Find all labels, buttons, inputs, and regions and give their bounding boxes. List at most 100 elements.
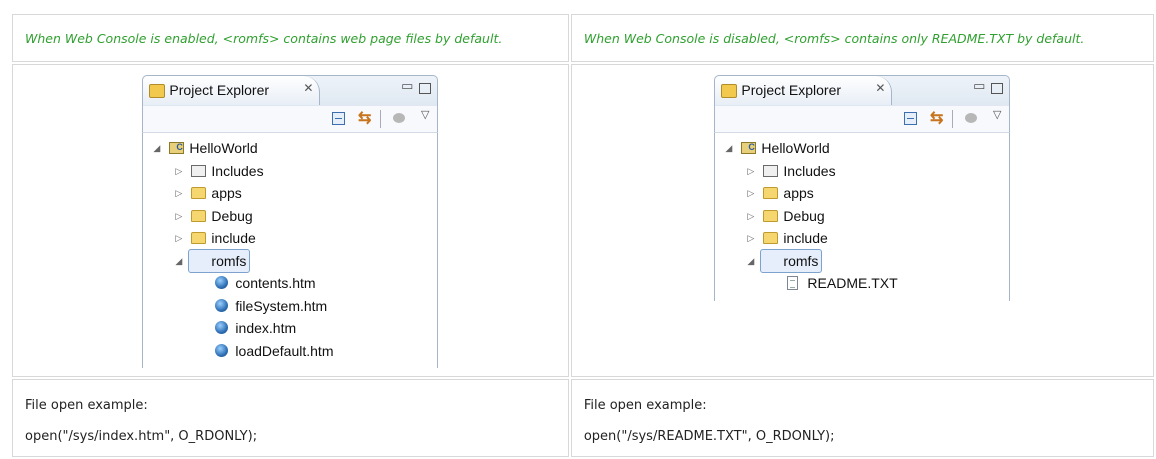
folder-icon — [763, 209, 779, 222]
explorer-cell-disabled: Project Explorer✕▭⇆▽◢HelloWorld▷Includes… — [570, 64, 1154, 377]
web-page-icon — [215, 276, 229, 289]
close-icon[interactable]: ✕ — [875, 81, 885, 95]
note-web-console-disabled: When Web Console is disabled, <romfs> co… — [583, 31, 1085, 46]
tree-item-label: HelloWorld — [761, 140, 830, 156]
tree-item-romfs[interactable]: ◢ romfs — [715, 248, 1009, 273]
collapsed-arrow-icon[interactable]: ▷ — [175, 160, 182, 182]
collapsed-arrow-icon[interactable]: ▷ — [747, 205, 754, 227]
collapsed-arrow-icon[interactable]: ▷ — [747, 227, 754, 249]
tree-item-project[interactable]: ◢ HelloWorld — [715, 136, 1009, 160]
toolbar-separator — [380, 110, 382, 128]
expanded-arrow-icon[interactable]: ◢ — [153, 137, 160, 159]
collapsed-arrow-icon[interactable]: ▷ — [747, 182, 754, 204]
project-tree: ◢ HelloWorld ▷ Includes ▷ apps ▷ Debug ▷ include ◢… — [142, 133, 439, 368]
tree-item-label: index.htm — [235, 320, 297, 336]
note-cell-enabled: When Web Console is enabled, <romfs> con… — [12, 14, 569, 62]
maximize-icon[interactable] — [991, 83, 1004, 94]
tree-item-romfs[interactable]: ◢ romfs — [143, 248, 437, 273]
tree-item-label: Includes — [211, 162, 264, 179]
includes-icon — [191, 164, 207, 177]
view-toolbar: ⇆ ▽ — [142, 106, 439, 133]
example-label: File open example: — [25, 398, 148, 413]
explorer-cell-enabled: Project Explorer✕▭⇆▽◢HelloWorld▷Includes… — [12, 64, 569, 377]
collapse-all-icon[interactable] — [332, 112, 346, 125]
tree-item-label: fileSystem.htm — [235, 297, 328, 314]
tree-item-folder[interactable]: ▷ include — [715, 227, 1009, 250]
link-with-editor-icon[interactable]: ⇆ — [930, 108, 943, 128]
folder-icon — [191, 187, 207, 199]
project-explorer-disabled: Project Explorer✕▭⇆▽◢HelloWorld▷Includes… — [714, 75, 1011, 301]
tree-item-folder[interactable]: ▷ apps — [143, 182, 437, 205]
c-project-icon — [741, 136, 757, 158]
filter-icon[interactable] — [393, 113, 406, 123]
project-tree: ◢ HelloWorld ▷ Includes ▷ apps ▷ Debug ▷ include ◢… — [714, 133, 1011, 301]
close-icon[interactable]: ✕ — [303, 81, 313, 95]
view-tab-bar: Project Explorer ✕ ▭ — [714, 75, 1011, 106]
example-cell-enabled: File open example: open("/sys/index.htm"… — [12, 379, 569, 457]
collapsed-arrow-icon[interactable]: ▷ — [175, 227, 182, 249]
tab-project-explorer[interactable]: Project Explorer ✕ — [715, 76, 893, 105]
collapsed-arrow-icon[interactable]: ▷ — [175, 205, 182, 227]
web-page-icon — [215, 298, 229, 312]
link-with-editor-icon[interactable]: ⇆ — [358, 108, 371, 128]
tree-item-label: romfs — [760, 248, 823, 273]
c-project-icon — [169, 136, 185, 158]
folder-icon — [763, 232, 779, 244]
note-cell-disabled: When Web Console is disabled, <romfs> co… — [570, 14, 1154, 62]
tree-item-label: apps — [211, 185, 242, 201]
comparison-table: When Web Console is enabled, <romfs> con… — [10, 12, 1156, 459]
tree-item-label: include — [211, 230, 256, 246]
maximize-icon[interactable] — [419, 83, 432, 94]
folder-icon — [721, 84, 738, 98]
tree-item-label: loadDefault.htm — [235, 342, 334, 359]
tree-item-file[interactable]: README.TXT — [715, 272, 1009, 295]
tree-item-folder[interactable]: ▷ Includes — [715, 160, 1009, 183]
view-menu-icon[interactable]: ▽ — [993, 108, 1001, 121]
tree-item-label: romfs — [188, 248, 251, 273]
view-menu-icon[interactable]: ▽ — [421, 108, 429, 121]
example-code: open("/sys/index.htm", O_RDONLY); — [25, 429, 258, 444]
tree-item-label: Debug — [211, 207, 253, 224]
tree-item-label: apps — [783, 185, 814, 201]
tree-item-label: Includes — [783, 162, 836, 179]
includes-icon — [763, 164, 779, 177]
collapse-all-icon[interactable] — [904, 112, 918, 125]
folder-icon — [763, 187, 779, 199]
text-file-icon — [787, 276, 799, 290]
project-explorer-enabled: Project Explorer✕▭⇆▽◢HelloWorld▷Includes… — [142, 75, 439, 368]
tree-item-file[interactable]: loadDefault.htm — [143, 340, 437, 363]
tree-item-folder[interactable]: ▷ Debug — [143, 205, 437, 228]
tree-item-label: include — [783, 230, 828, 246]
example-code: open("/sys/README.TXT", O_RDONLY); — [583, 429, 835, 444]
collapsed-arrow-icon[interactable]: ▷ — [747, 160, 754, 182]
toolbar-separator — [952, 110, 954, 128]
tree-item-folder[interactable]: ▷ apps — [715, 182, 1009, 205]
tree-item-file[interactable]: contents.htm — [143, 272, 437, 295]
tree-item-label: HelloWorld — [189, 140, 258, 156]
tree-item-folder[interactable]: ▷ Includes — [143, 160, 437, 183]
folder-icon — [191, 209, 207, 222]
note-web-console-enabled: When Web Console is enabled, <romfs> con… — [25, 31, 503, 46]
example-cell-disabled: File open example: open("/sys/README.TXT… — [570, 379, 1154, 457]
collapsed-arrow-icon[interactable]: ▷ — [175, 182, 182, 204]
expanded-arrow-icon[interactable]: ◢ — [725, 137, 732, 159]
tree-item-project[interactable]: ◢ HelloWorld — [143, 136, 437, 160]
tab-project-explorer[interactable]: Project Explorer ✕ — [143, 76, 321, 105]
example-label: File open example: — [583, 398, 707, 413]
tree-item-folder[interactable]: ▷ Debug — [715, 205, 1009, 228]
expanded-arrow-icon[interactable]: ◢ — [175, 250, 182, 272]
view-toolbar: ⇆ ▽ — [714, 106, 1011, 133]
tab-title: Project Explorer — [169, 82, 270, 98]
minimize-icon[interactable]: ▭ — [973, 78, 985, 94]
tree-item-label: README.TXT — [807, 275, 898, 291]
web-page-icon — [215, 343, 229, 357]
minimize-icon[interactable]: ▭ — [401, 78, 413, 94]
folder-icon — [191, 232, 207, 244]
tree-item-file[interactable]: index.htm — [143, 317, 437, 340]
view-tab-bar: Project Explorer ✕ ▭ — [142, 75, 439, 106]
tab-title: Project Explorer — [741, 82, 842, 98]
tree-item-folder[interactable]: ▷ include — [143, 227, 437, 250]
expanded-arrow-icon[interactable]: ◢ — [747, 250, 754, 272]
tree-item-file[interactable]: fileSystem.htm — [143, 295, 437, 318]
filter-icon[interactable] — [965, 113, 978, 123]
